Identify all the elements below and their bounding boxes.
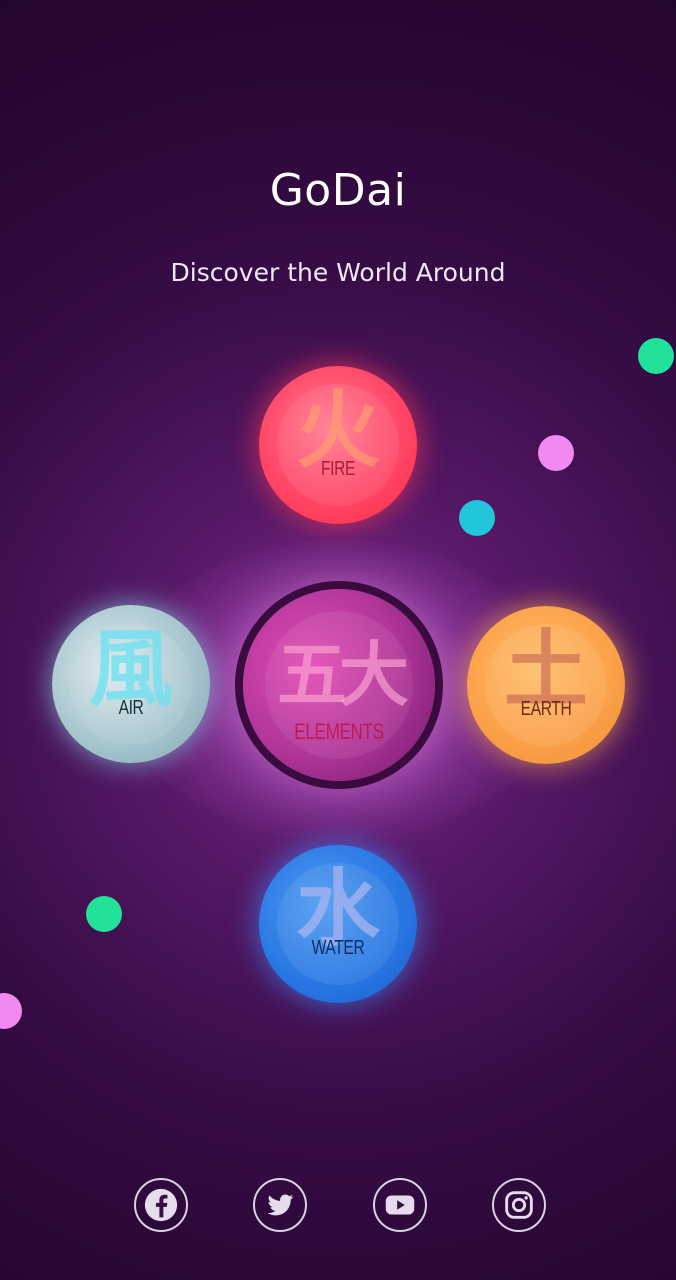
twitter-icon: [267, 1194, 294, 1216]
instagram-icon: [505, 1191, 533, 1219]
facebook-button[interactable]: [134, 1178, 188, 1232]
fire-label: FIRE: [321, 458, 355, 480]
air-label: AIR: [118, 697, 144, 719]
facebook-icon: [144, 1188, 178, 1222]
water-element-button[interactable]: 水 WATER: [259, 845, 417, 1003]
fire-element-button[interactable]: 火 FIRE: [259, 366, 417, 524]
elements-center-button[interactable]: 五大 ELEMENTS: [243, 589, 435, 781]
floating-dot-pink: [538, 435, 574, 471]
earth-element-button[interactable]: 土 EARTH: [467, 606, 625, 764]
twitter-button[interactable]: [253, 1178, 307, 1232]
app-screen: GoDai Discover the World Around 火 FIRE 風…: [0, 0, 676, 1280]
floating-dot-green: [86, 896, 122, 932]
elements-kanji: 五大: [277, 634, 409, 716]
floating-dot-cyan: [459, 500, 495, 536]
floating-dot-pink: [0, 993, 22, 1029]
youtube-button[interactable]: [373, 1178, 427, 1232]
app-subtitle: Discover the World Around: [170, 258, 506, 287]
earth-label: EARTH: [520, 698, 572, 720]
elements-label: ELEMENTS: [294, 719, 384, 744]
floating-dot-green: [638, 338, 674, 374]
youtube-icon: [385, 1195, 415, 1215]
app-title: GoDai: [269, 165, 407, 216]
instagram-button[interactable]: [492, 1178, 546, 1232]
water-label: WATER: [311, 937, 365, 959]
air-element-button[interactable]: 風 AIR: [52, 605, 210, 763]
